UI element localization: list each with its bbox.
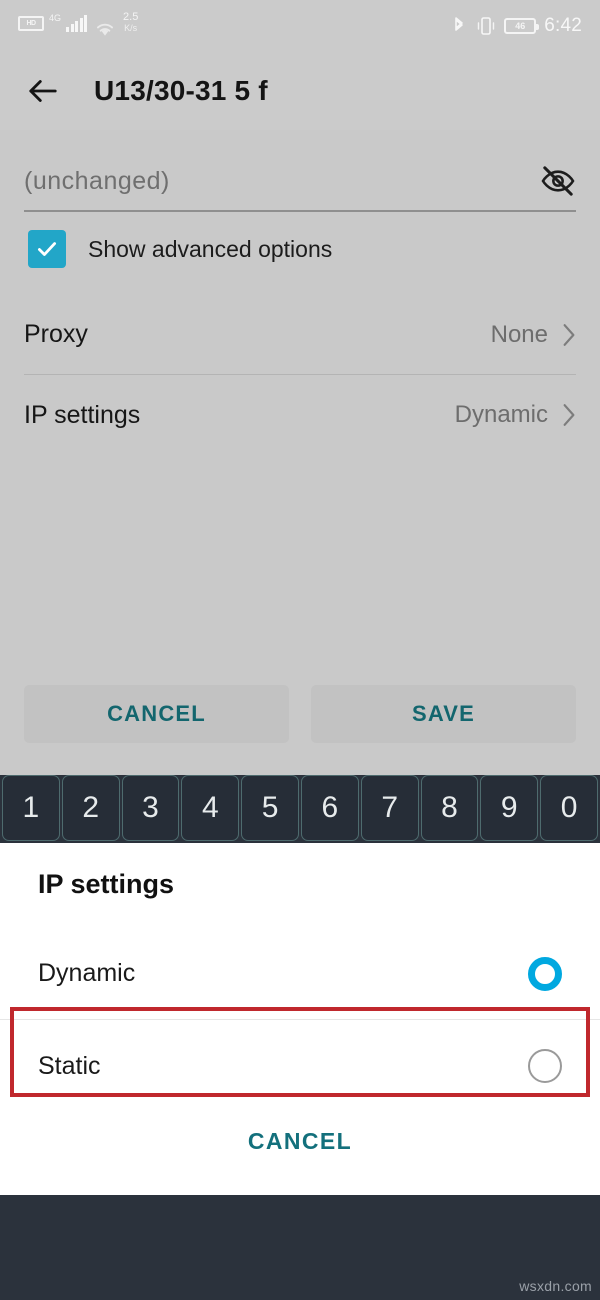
battery-icon: 46 bbox=[504, 18, 540, 34]
app-bar: U13/30-31 5 f bbox=[0, 52, 600, 130]
keyboard-number-row: 1 2 3 4 5 6 7 8 9 0 bbox=[0, 775, 600, 843]
dialog-option-static-label: Static bbox=[38, 1051, 101, 1080]
wifi-edit-form: (unchanged) Show advanced options Proxy … bbox=[0, 130, 600, 775]
back-arrow-icon[interactable] bbox=[24, 72, 62, 110]
show-advanced-options-checkbox-row[interactable]: Show advanced options bbox=[28, 230, 332, 268]
key-8[interactable]: 8 bbox=[420, 775, 479, 841]
watermark-label: wsxdn.com bbox=[519, 1278, 592, 1294]
cancel-button[interactable]: CANCEL bbox=[24, 685, 289, 743]
ip-settings-value-group: Dynamic bbox=[455, 401, 576, 429]
phone-screen: HD 4G 2.5 K/s 46 6:42 U13/30-31 5 f (unc… bbox=[0, 0, 600, 1300]
hd-badge-label: HD bbox=[26, 20, 36, 27]
proxy-value: None bbox=[490, 320, 548, 348]
dialog-option-dynamic-label: Dynamic bbox=[38, 959, 136, 987]
key-6[interactable]: 6 bbox=[300, 775, 359, 841]
show-advanced-options-checkbox[interactable] bbox=[28, 230, 66, 268]
show-advanced-options-label: Show advanced options bbox=[88, 235, 333, 262]
wifi-icon bbox=[96, 23, 114, 36]
password-input[interactable]: (unchanged) bbox=[24, 167, 170, 196]
status-bar-right: 46 6:42 bbox=[450, 15, 582, 37]
form-action-buttons: CANCEL SAVE bbox=[24, 685, 576, 743]
status-bar: HD 4G 2.5 K/s 46 6:42 bbox=[0, 0, 600, 52]
ip-settings-label: IP settings bbox=[24, 400, 141, 429]
check-icon bbox=[38, 242, 56, 256]
key-0[interactable]: 0 bbox=[540, 775, 598, 841]
status-bar-left: HD 4G 2.5 K/s bbox=[18, 11, 138, 41]
dialog-option-dynamic[interactable]: Dynamic bbox=[0, 928, 600, 1020]
key-4[interactable]: 4 bbox=[181, 775, 240, 841]
eye-off-icon[interactable] bbox=[540, 163, 576, 199]
ip-settings-row[interactable]: IP settings Dynamic bbox=[24, 375, 576, 455]
save-button[interactable]: SAVE bbox=[311, 685, 576, 743]
key-7[interactable]: 7 bbox=[360, 775, 419, 841]
bluetooth-icon bbox=[455, 17, 464, 31]
key-9[interactable]: 9 bbox=[480, 775, 539, 841]
key-1[interactable]: 1 bbox=[2, 775, 60, 841]
proxy-value-group: None bbox=[491, 321, 576, 349]
ip-settings-dialog: IP settings Dynamic Static CANCEL bbox=[0, 843, 600, 1195]
vibrate-icon bbox=[478, 17, 495, 35]
network-type-label: 4G bbox=[49, 13, 62, 23]
chevron-right-icon bbox=[563, 404, 575, 426]
key-3[interactable]: 3 bbox=[121, 775, 180, 841]
data-speed-value: 2.5 bbox=[123, 11, 139, 23]
chevron-right-icon bbox=[563, 323, 575, 346]
data-speed-indicator: 2.5 K/s bbox=[123, 11, 139, 33]
status-bar-clock: 6:42 bbox=[544, 15, 582, 36]
password-field-row[interactable]: (unchanged) bbox=[24, 152, 576, 212]
page-title: U13/30-31 5 f bbox=[94, 75, 268, 106]
ip-settings-value: Dynamic bbox=[454, 401, 548, 428]
key-2[interactable]: 2 bbox=[61, 775, 120, 841]
signal-bars-icon bbox=[66, 15, 88, 32]
proxy-setting-row[interactable]: Proxy None bbox=[24, 295, 576, 375]
hd-badge-icon: HD bbox=[18, 16, 44, 31]
key-5[interactable]: 5 bbox=[241, 775, 299, 841]
battery-level-label: 46 bbox=[515, 21, 526, 31]
dialog-option-static[interactable]: Static bbox=[0, 1020, 600, 1112]
radio-dynamic-selected[interactable] bbox=[528, 956, 562, 991]
dialog-title: IP settings bbox=[38, 869, 175, 899]
radio-static-unselected[interactable] bbox=[528, 1049, 562, 1083]
dialog-cancel-button[interactable]: CANCEL bbox=[0, 1128, 600, 1155]
proxy-label: Proxy bbox=[24, 320, 88, 348]
data-speed-unit: K/s bbox=[124, 22, 138, 33]
